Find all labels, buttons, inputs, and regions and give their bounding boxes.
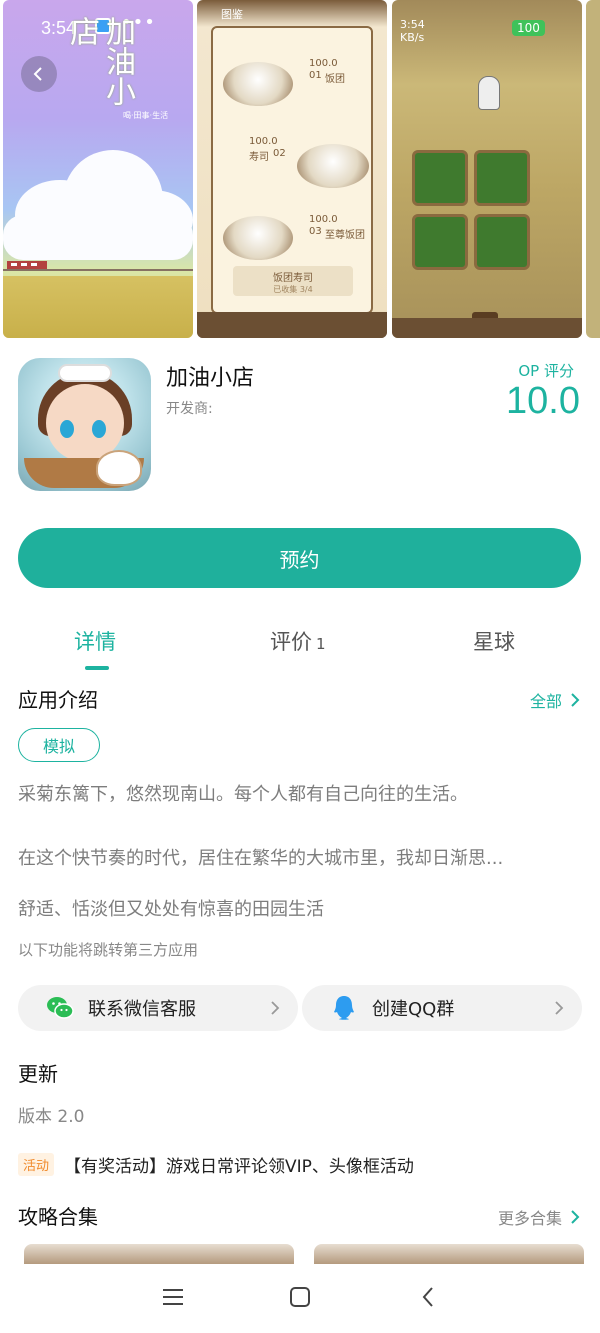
farm-plot <box>412 214 468 270</box>
qq-icon <box>334 996 354 1020</box>
codex-footer-sub: 已收集 3/4 <box>273 285 313 294</box>
game-bottom-bar <box>392 318 582 338</box>
screenshot-gallery[interactable]: 3:54 ••• 加油小店 喝·田事·生活 图鉴 01 100.0 饭团 100… <box>0 0 600 340</box>
icon-eye <box>60 420 74 438</box>
cloud <box>3 215 193 260</box>
farm-battery: 100 <box>512 20 545 36</box>
flower-field <box>3 276 193 338</box>
intro-line-1: 采菊东篱下，悠然现南山。每个人都有自己向往的生活。 <box>18 784 468 805</box>
version-label: 版本 2.0 <box>18 1107 85 1127</box>
guides-more-link[interactable]: 更多合集 <box>498 1205 580 1229</box>
intro-more-link[interactable]: 全部 <box>530 688 580 712</box>
chevron-left-icon <box>33 67 42 81</box>
codex-item-name: 寿司 <box>249 152 269 163</box>
tab-planet[interactable]: 星球 <box>473 626 515 656</box>
intro-title: 应用介绍 <box>18 688 98 712</box>
codex-item-price: 100.0 <box>309 214 338 225</box>
menu-icon <box>163 1289 183 1305</box>
intro-more-label: 全部 <box>529 692 562 711</box>
chevron-left-icon <box>422 1287 433 1307</box>
codex-item-image <box>297 144 369 188</box>
update-title: 更新 <box>18 1062 58 1086</box>
tab-detail[interactable]: 详情 <box>74 626 116 656</box>
wechat-icon <box>47 997 74 1019</box>
intro-line-3: 舒适、恬淡但又处处有惊喜的田园生活 <box>18 899 324 920</box>
category-tag[interactable]: 模拟 <box>18 728 100 762</box>
codex-title: 图鉴 <box>221 8 243 21</box>
wechat-support-button[interactable]: 联系微信客服 <box>18 985 298 1031</box>
home-button[interactable] <box>285 1282 315 1312</box>
tab-review-label: 评价 <box>270 630 312 654</box>
menu-button[interactable] <box>158 1282 188 1312</box>
reserve-button[interactable]: 预约 <box>18 528 581 588</box>
codex-footer: 饭团寿司 已收集 3/4 <box>233 266 353 296</box>
farm-plot <box>474 150 530 206</box>
player-character <box>478 76 500 110</box>
activity-badge: 活动 <box>18 1153 55 1176</box>
icon-eye <box>92 420 106 438</box>
back-nav-button[interactable] <box>413 1282 443 1312</box>
app-icon <box>18 358 151 491</box>
codex-panel: 图鉴 01 100.0 饭团 100.0 寿司 02 100.0 03 至尊饭团… <box>211 8 373 314</box>
codex-item-price: 100.0 <box>249 136 278 147</box>
farm-plot <box>412 150 468 206</box>
third-party-note: 以下功能将跳转第三方应用 <box>18 941 199 959</box>
farm-status: 3:54 KB/s <box>400 18 425 44</box>
tab-planet-label: 星球 <box>473 630 515 654</box>
guide-card[interactable] <box>314 1244 584 1264</box>
icon-cat <box>96 450 142 486</box>
home-square-icon <box>290 1287 310 1307</box>
codex-item-image <box>223 216 293 260</box>
system-nav-bar <box>0 1266 600 1333</box>
screenshot-2[interactable]: 图鉴 01 100.0 饭团 100.0 寿司 02 100.0 03 至尊饭团… <box>197 0 387 338</box>
create-qq-group-button[interactable]: 创建QQ群 <box>302 985 582 1031</box>
score-label: OP 评分 <box>518 362 574 380</box>
app-name: 加油小店 <box>166 366 255 391</box>
codex-item-image <box>223 62 293 106</box>
screenshot-3[interactable]: 3:54 KB/s 100 小店 <box>392 0 582 338</box>
codex-item-name: 饭团 <box>325 74 345 85</box>
train-illustration <box>3 261 193 271</box>
developer-label: 开发商: <box>166 401 213 417</box>
codex-item-num: 01 <box>309 70 322 81</box>
codex-item-price: 100.0 <box>309 58 338 69</box>
icon-maid-cap <box>58 364 112 382</box>
wechat-support-label: 联系微信客服 <box>88 999 196 1020</box>
activity-banner[interactable]: 活动 【有奖活动】游戏日常评论领VIP、头像框活动 <box>18 1152 414 1177</box>
chevron-right-icon <box>571 1210 580 1224</box>
farm-plot <box>474 214 530 270</box>
tab-review-count: 1 <box>316 635 326 653</box>
back-button[interactable] <box>21 56 57 92</box>
chevron-right-icon <box>555 1001 564 1015</box>
screenshot-1[interactable]: 3:54 ••• 加油小店 喝·田事·生活 <box>3 0 193 338</box>
codex-footer-label: 饭团寿司 <box>273 273 313 284</box>
activity-text: 【有奖活动】游戏日常评论领VIP、头像框活动 <box>64 1157 414 1177</box>
chevron-right-icon <box>271 1001 280 1015</box>
guide-card[interactable] <box>24 1244 294 1264</box>
codex-item-num: 02 <box>273 148 286 159</box>
codex-item-name: 至尊饭团 <box>325 230 365 241</box>
intro-line-2: 在这个快节奏的时代，居住在繁华的大城市里，我却日渐思... <box>18 848 504 869</box>
screenshot-4-peek[interactable] <box>586 0 600 338</box>
game-bottom-bar <box>197 312 387 338</box>
score-value: 10.0 <box>506 380 580 422</box>
create-qq-group-label: 创建QQ群 <box>372 999 455 1020</box>
tab-indicator <box>85 666 109 670</box>
tab-review[interactable]: 评价 1 <box>270 626 326 656</box>
art-subtitle: 喝·田事·生活 <box>123 111 169 120</box>
tab-detail-label: 详情 <box>74 630 116 654</box>
chevron-right-icon <box>571 693 580 707</box>
codex-item-num: 03 <box>309 226 322 237</box>
guides-more-label: 更多合集 <box>497 1209 562 1228</box>
guides-title: 攻略合集 <box>18 1205 98 1229</box>
